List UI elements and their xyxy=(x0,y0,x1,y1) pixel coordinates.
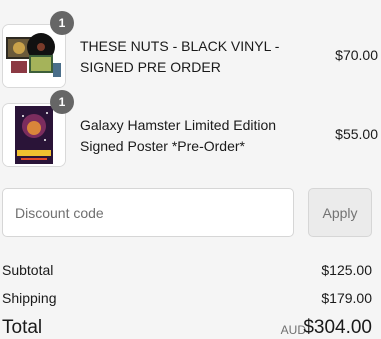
product-title: THESE NUTS - BLACK VINYL - SIGNED PRE OR… xyxy=(80,38,280,75)
subtotal-value: $125.00 xyxy=(321,262,372,278)
total-row: Total AUD $304.00 xyxy=(2,317,372,339)
currency-code: AUD xyxy=(280,323,306,337)
line-item: 1 Galaxy Hamster Limited Edition Signed … xyxy=(2,90,378,167)
product-thumbnail: 1 xyxy=(2,11,74,88)
product-title: Galaxy Hamster Limited Edition Signed Po… xyxy=(80,117,277,154)
product-price: $70.00 xyxy=(335,47,378,63)
total-label: Total xyxy=(2,317,43,338)
subtotal-row: Subtotal $125.00 xyxy=(2,262,372,280)
shipping-label: Shipping xyxy=(2,290,57,306)
product-thumbnail: 1 xyxy=(2,90,74,167)
quantity-badge: 1 xyxy=(50,90,74,114)
product-price: $55.00 xyxy=(335,126,378,142)
order-summary: 1 THESE NUTS - BLACK VINYL - SIGNED PRE … xyxy=(0,0,381,339)
quantity-badge: 1 xyxy=(50,11,74,35)
discount-code-input[interactable] xyxy=(2,188,294,237)
shipping-row: Shipping $179.00 xyxy=(2,290,372,308)
line-item: 1 THESE NUTS - BLACK VINYL - SIGNED PRE … xyxy=(2,11,378,88)
shipping-value: $179.00 xyxy=(321,290,372,306)
subtotal-label: Subtotal xyxy=(2,262,54,278)
apply-discount-button[interactable]: Apply xyxy=(308,188,372,237)
total-value: $304.00 xyxy=(303,317,372,338)
